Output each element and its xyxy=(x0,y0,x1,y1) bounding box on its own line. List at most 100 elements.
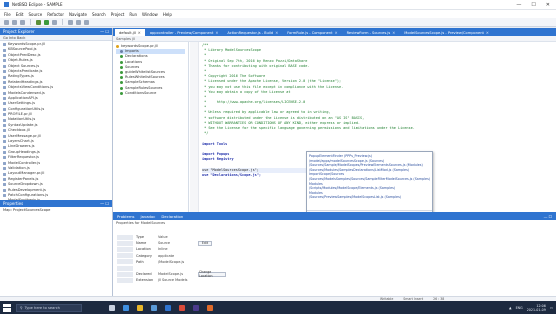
js-file-icon xyxy=(3,97,6,101)
menu-item-refactor[interactable]: Refactor xyxy=(47,12,64,17)
menu-item-navigate[interactable]: Navigate xyxy=(69,12,87,17)
left-bottom-header: Properties — ☐ xyxy=(0,200,112,207)
edge-icon[interactable] xyxy=(123,304,129,311)
menu-item-source[interactable]: Source xyxy=(28,12,42,17)
outline-tree: keywordsScope.pr.jll Imports Declarations L… xyxy=(113,42,188,98)
menu-item-help[interactable]: Help xyxy=(163,12,172,17)
clock[interactable]: 12:06 2021-01-09 xyxy=(527,304,546,312)
property-key-swatch xyxy=(117,234,133,240)
js-file-icon xyxy=(3,107,6,111)
outline-item[interactable]: ConditionsSource xyxy=(116,91,185,96)
property-key-swatch xyxy=(117,240,133,246)
clock-date: 2021-01-09 xyxy=(526,307,546,312)
menu-item-edit[interactable]: Edit xyxy=(16,12,24,17)
forward-icon[interactable] xyxy=(84,19,89,25)
autocomplete-item[interactable]: /Sources/PreviewSamples/ModelScopesList.… xyxy=(309,195,430,200)
editor-tab[interactable]: ReviewForm - Sources.js ✕ xyxy=(343,29,400,36)
js-file-icon xyxy=(3,53,6,57)
close-tab-icon[interactable]: ✕ xyxy=(275,31,278,35)
panel-minimize-icon[interactable]: — ☐ xyxy=(100,29,109,34)
autocomplete-item[interactable]: /Sources/ModelsSamples/Sources/SampleFil… xyxy=(309,177,430,182)
menu-item-project[interactable]: Project xyxy=(111,12,125,17)
debug-icon[interactable] xyxy=(36,19,41,25)
js-file-icon xyxy=(3,177,6,181)
print-icon[interactable] xyxy=(20,19,25,25)
close-button[interactable]: ✕ xyxy=(546,2,550,8)
editor-tab[interactable]: appcontroller - Preview/Component ✕ xyxy=(146,29,223,36)
search-icon[interactable] xyxy=(68,19,73,25)
tray-language[interactable]: ENG xyxy=(516,306,523,310)
js-file-icon xyxy=(3,70,6,74)
menu-item-window[interactable]: Window xyxy=(142,12,158,17)
properties-grid: Type Value Name Source Edit Location Inline Cat… xyxy=(117,234,317,284)
editor-tab[interactable]: default.jll ✕ xyxy=(115,29,145,36)
js-file-icon xyxy=(3,172,6,176)
property-value: Inline xyxy=(158,247,168,252)
tab-declaration[interactable]: Declaration xyxy=(161,214,183,219)
property-action-button[interactable]: Edit xyxy=(198,240,212,246)
search-icon: ⚲ xyxy=(20,305,23,310)
code-line: * See the License for the specific langu… xyxy=(202,126,415,130)
property-value: applicate xyxy=(158,253,175,258)
tab-javadoc[interactable]: Javadoc xyxy=(141,214,156,219)
new-file-icon[interactable] xyxy=(4,19,9,25)
js-file-icon xyxy=(3,48,6,52)
outline-node-icon xyxy=(120,71,123,75)
property-label: Extension xyxy=(136,278,154,283)
close-tab-icon[interactable]: ✕ xyxy=(335,31,338,35)
store-icon[interactable] xyxy=(151,304,157,311)
project-explorer-header: Project Explorer — ☐ xyxy=(0,28,112,35)
task-view-icon[interactable] xyxy=(109,304,115,311)
js-file-icon xyxy=(3,64,6,68)
outline-node-icon xyxy=(120,55,123,59)
close-tab-icon[interactable]: ✕ xyxy=(486,31,489,35)
panel-minimize-icon[interactable]: — ☐ xyxy=(544,214,556,219)
maximize-button[interactable]: ☐ xyxy=(531,2,535,8)
editor-tab[interactable]: FormRule.js - Component ✕ xyxy=(283,29,341,36)
outline-node-icon xyxy=(116,45,119,49)
panel-minimize-icon[interactable]: — ☐ xyxy=(100,201,109,206)
js-file-icon xyxy=(3,59,6,63)
editor-tab[interactable]: ActionRequestor.js - Build ✕ xyxy=(223,29,282,36)
close-tab-icon[interactable]: ✕ xyxy=(392,31,395,35)
property-key-swatch xyxy=(117,246,133,252)
close-tab-icon[interactable]: ✕ xyxy=(138,31,141,35)
menu-item-run[interactable]: Run xyxy=(129,12,137,17)
property-value: /ModelScope.js xyxy=(158,259,185,264)
left-bottom-panel: Properties — ☐ Map: ProjectSourcesScope xyxy=(0,200,113,296)
taskbar-search[interactable]: ⚲ Type here to search xyxy=(16,303,82,312)
start-icon[interactable] xyxy=(3,303,11,312)
outline-node-icon xyxy=(120,65,123,69)
save-icon[interactable] xyxy=(12,19,17,25)
editor-tab-label: ReviewForm - Sources.js xyxy=(346,30,391,35)
property-action-button[interactable]: Change Location xyxy=(198,270,226,278)
tray-network-icon[interactable]: ▲ xyxy=(509,306,512,310)
minimize-button[interactable]: — xyxy=(516,2,521,8)
explorer-icon[interactable] xyxy=(137,304,143,311)
window-title: NetBSD Eclipse - SAMPLE xyxy=(12,2,63,7)
property-label: Category xyxy=(136,253,152,258)
editor-tab[interactable]: ModelSourcesScope.js - Preview/Component… xyxy=(400,29,493,36)
back-icon[interactable] xyxy=(76,19,81,25)
outline-node-icon xyxy=(120,81,123,85)
tab-problems[interactable]: Problems xyxy=(117,214,135,219)
chrome-icon[interactable] xyxy=(179,304,185,311)
external-tools-icon[interactable] xyxy=(52,19,57,25)
run-icon[interactable] xyxy=(44,19,49,25)
mail-icon[interactable] xyxy=(165,304,171,311)
left-bottom-title: Properties xyxy=(3,201,24,206)
close-tab-icon[interactable]: ✕ xyxy=(215,31,218,35)
property-row: Extension jll Source Models xyxy=(117,277,317,283)
outline-node-icon xyxy=(120,91,123,95)
toolbar-divider xyxy=(30,19,31,25)
properties-subtitle: Properties for ModelSources xyxy=(116,221,166,225)
line-gutter xyxy=(190,42,199,212)
outline-node-icon xyxy=(120,50,123,54)
terminal-icon[interactable] xyxy=(207,304,213,311)
property-key-swatch xyxy=(117,265,133,271)
notifications-icon[interactable]: ▭ xyxy=(550,306,553,310)
window-titlebar: NetBSD Eclipse - SAMPLE — ☐ ✕ xyxy=(0,0,556,10)
eclipse-icon[interactable] xyxy=(193,304,199,311)
menu-item-file[interactable]: File xyxy=(4,12,11,17)
menu-item-search[interactable]: Search xyxy=(92,12,106,17)
